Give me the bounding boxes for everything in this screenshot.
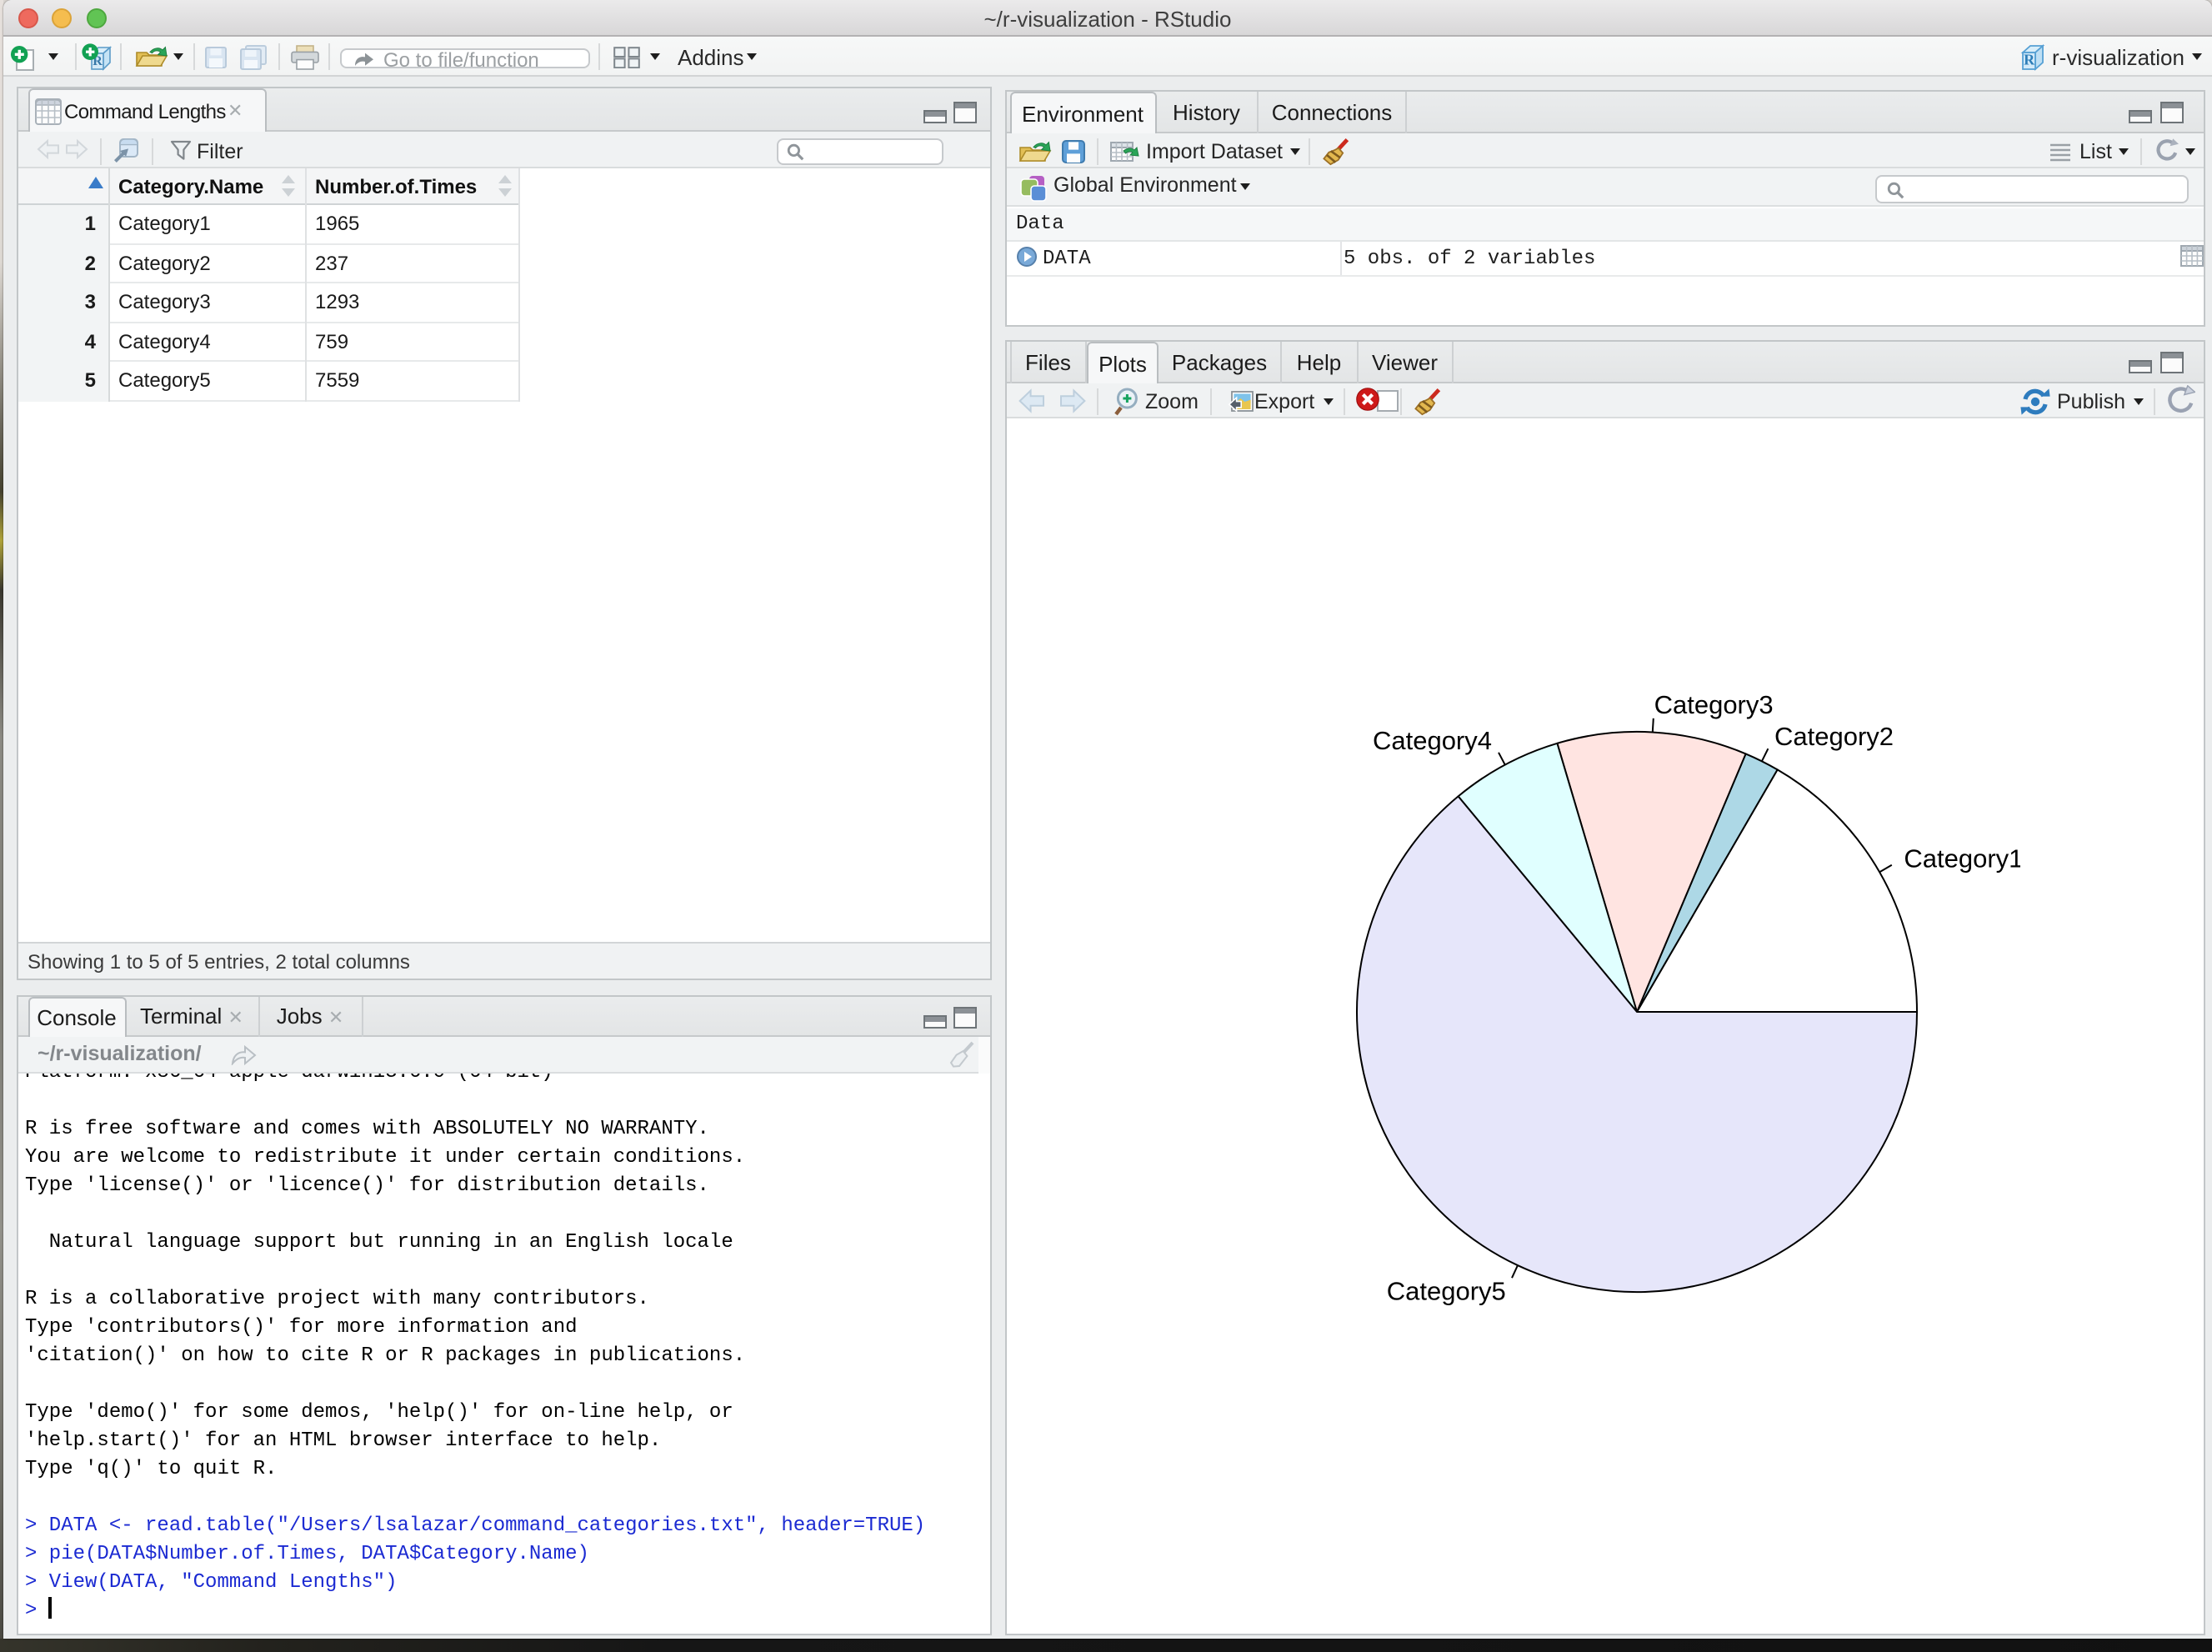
- svg-text:Category2: Category2: [1774, 722, 1894, 751]
- svg-text:Category1: Category1: [1904, 844, 2020, 874]
- svg-text:Category3: Category3: [1654, 690, 1774, 719]
- svg-text:R: R: [2023, 52, 2034, 68]
- svg-text:Category4: Category4: [1373, 726, 1492, 755]
- svg-text:Category5: Category5: [1387, 1276, 1506, 1305]
